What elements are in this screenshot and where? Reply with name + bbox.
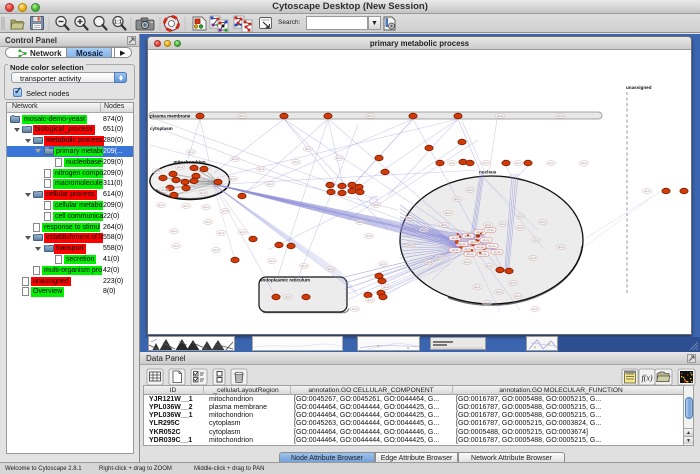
svg-text:abcd: abcd	[269, 259, 276, 263]
svg-text:abcd: abcd	[336, 156, 343, 160]
svg-text:cytoplasm: cytoplasm	[150, 126, 173, 131]
svg-text:abcd: abcd	[548, 161, 555, 165]
svg-text:abcd: abcd	[154, 169, 161, 173]
svg-text:abcd: abcd	[445, 211, 452, 215]
svg-text:abcd: abcd	[205, 220, 212, 224]
svg-text:abcd: abcd	[454, 197, 461, 201]
svg-text:abcd: abcd	[380, 262, 387, 266]
svg-text:abcd: abcd	[483, 161, 490, 165]
svg-text:abcd: abcd	[532, 307, 539, 311]
svg-text:abcd: abcd	[496, 290, 503, 294]
svg-text:abcd: abcd	[230, 177, 237, 181]
svg-text:abcd: abcd	[644, 189, 651, 193]
svg-text:abcd: abcd	[366, 234, 373, 238]
svg-text:abcd: abcd	[540, 220, 547, 224]
svg-text:abcde: abcde	[476, 245, 484, 249]
svg-text:nucleus: nucleus	[479, 170, 497, 175]
svg-text:abcd: abcd	[464, 260, 471, 264]
svg-text:abcd: abcd	[500, 222, 507, 226]
svg-text:abcd: abcd	[383, 285, 390, 289]
svg-text:abcd: abcd	[200, 191, 207, 195]
svg-text:abcde: abcde	[488, 244, 496, 248]
svg-text:abcd: abcd	[203, 205, 210, 209]
svg-text:abcd: abcd	[232, 157, 239, 161]
svg-text:abcd: abcd	[421, 228, 428, 232]
svg-text:abcd: abcd	[367, 298, 374, 302]
svg-text:abcd: abcd	[158, 203, 165, 207]
svg-text:f(x): f(x)	[641, 374, 652, 383]
svg-text:abcd: abcd	[517, 226, 524, 230]
svg-text:abcd: abcd	[301, 264, 308, 268]
svg-text:abcde: abcde	[451, 248, 459, 252]
svg-text:abcd: abcd	[474, 285, 481, 289]
svg-text:abcd: abcd	[557, 114, 564, 118]
svg-text:abcd: abcd	[515, 294, 522, 298]
svg-text:abcd: abcd	[467, 188, 474, 192]
svg-text:abcd: abcd	[581, 161, 588, 165]
svg-text:abcd: abcd	[367, 114, 374, 118]
svg-text:abcd: abcd	[484, 301, 491, 305]
svg-text:abcd: abcd	[449, 161, 456, 165]
svg-text:mitochondrion: mitochondrion	[174, 160, 206, 165]
svg-text:abcd: abcd	[177, 165, 184, 169]
svg-text:abcd: abcd	[441, 223, 448, 227]
svg-text:abcd: abcd	[293, 160, 300, 164]
svg-text:abcde: abcde	[458, 242, 466, 246]
svg-text:abcde: abcde	[486, 228, 494, 232]
svg-text:abcd: abcd	[305, 147, 312, 151]
svg-text:abcd: abcd	[188, 150, 195, 154]
svg-text:unassigned: unassigned	[626, 85, 652, 90]
svg-text:abcde: abcde	[493, 250, 501, 254]
svg-text:abcd: abcd	[407, 216, 414, 220]
svg-text:abcd: abcd	[258, 167, 265, 171]
svg-text:abcd: abcd	[285, 295, 292, 299]
svg-text:abcd: abcd	[533, 238, 540, 242]
svg-text:abcd: abcd	[213, 248, 220, 252]
svg-text:plasma membrane: plasma membrane	[150, 114, 191, 119]
svg-text:abcd: abcd	[239, 114, 246, 118]
svg-text:abcd: abcd	[515, 161, 522, 165]
svg-text:abcd: abcd	[486, 264, 493, 268]
svg-text:abcd: abcd	[161, 188, 168, 192]
svg-text:1:1: 1:1	[114, 20, 122, 26]
svg-text:abcd: abcd	[497, 114, 504, 118]
svg-text:abcd: abcd	[240, 230, 247, 234]
svg-text:abcd: abcd	[222, 209, 229, 213]
svg-text:abcd: abcd	[407, 243, 414, 247]
svg-text:abcd: abcd	[530, 256, 537, 260]
svg-text:abcd: abcd	[517, 214, 524, 218]
svg-text:abcd: abcd	[373, 203, 380, 207]
svg-text:abcd: abcd	[485, 223, 492, 227]
svg-text:abcd: abcd	[183, 204, 190, 208]
svg-text:abcd: abcd	[173, 244, 180, 248]
svg-text:abcde: abcde	[466, 252, 474, 256]
svg-text:abcd: abcd	[171, 229, 178, 233]
svg-text:abcde: abcde	[451, 236, 459, 240]
svg-text:abcd: abcd	[328, 267, 335, 271]
svg-text:abcd: abcd	[352, 307, 359, 311]
svg-text:abcd: abcd	[357, 220, 364, 224]
svg-text:abcd: abcd	[267, 182, 274, 186]
svg-text:abcd: abcd	[558, 245, 565, 249]
svg-text:abcd: abcd	[218, 231, 225, 235]
svg-text:abcd: abcd	[437, 255, 444, 259]
svg-text:abcd: abcd	[426, 260, 433, 264]
svg-text:abcde: abcde	[482, 238, 490, 242]
svg-text:abcd: abcd	[510, 281, 517, 285]
